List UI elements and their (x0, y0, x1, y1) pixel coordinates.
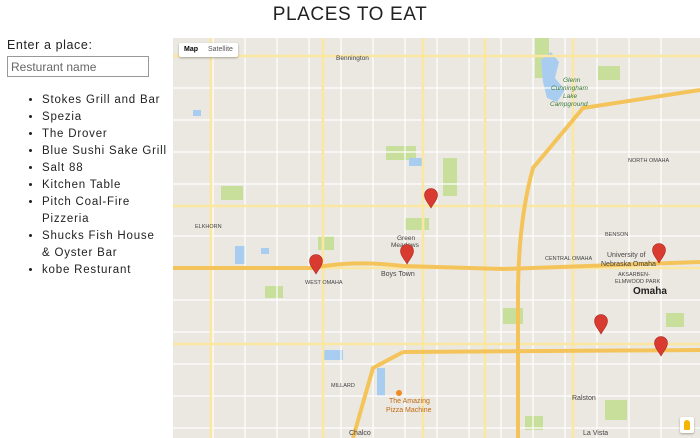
map-label-benson: BENSON (605, 232, 628, 238)
map-label-north-omaha: NORTH OMAHA (628, 158, 669, 164)
map-label-elmwood-park: ELMWOOD PARK (615, 279, 660, 285)
map-label-glenn: Glenn (563, 77, 581, 84)
map-label-bennington: Bennington (336, 55, 369, 62)
list-item[interactable]: Blue Sushi Sake Grill (42, 143, 167, 160)
list-item[interactable]: Stokes Grill and Bar (42, 92, 167, 109)
list-item[interactable]: Spezia (42, 109, 167, 126)
map-label-omaha: Omaha (633, 286, 667, 297)
map-label-ralston: Ralston (572, 395, 596, 402)
place-search-input[interactable] (7, 56, 149, 77)
map-label-chalco: Chalco (349, 430, 371, 437)
places-list: Stokes Grill and Bar Spezia The Drover B… (7, 92, 167, 279)
map-label-the-amazing: The Amazing (389, 398, 430, 405)
map-label-aksarben: AKSARBEN- (618, 272, 650, 278)
pegman-icon[interactable] (680, 417, 694, 433)
page-title: PLACES TO EAT (272, 4, 428, 25)
map-label-elkhorn: ELKHORN (195, 224, 222, 230)
map-label-nebraska-omaha: Nebraska Omaha (601, 261, 656, 268)
list-item[interactable]: Shucks Fish House & Oyster Bar (42, 228, 167, 262)
map-label-lake: Lake (563, 93, 577, 100)
satellite-type-button[interactable]: Satellite (203, 43, 238, 57)
list-item[interactable]: Pitch Coal-Fire Pizzeria (42, 194, 167, 228)
map-label-pizza-machine: Pizza Machine (386, 407, 432, 414)
map-label-central-omaha: CENTRAL OMAHA (545, 256, 592, 262)
map-label-green: Green (397, 235, 415, 242)
map-label-cunningham: Cunningham (551, 85, 588, 92)
place-input-label: Enter a place: (7, 38, 93, 52)
map-label-la-vista: La Vista (583, 430, 608, 437)
list-item[interactable]: Kitchen Table (42, 177, 167, 194)
map-label-university: University of (607, 252, 646, 259)
list-item[interactable]: kobe Resturant (42, 262, 167, 279)
map-type-control: Map Satellite (179, 43, 238, 57)
map-label-campground: Campground (550, 101, 588, 108)
map-label-west-omaha: WEST OMAHA (305, 280, 343, 286)
sidebar: Enter a place: Stokes Grill and Bar Spez… (7, 38, 167, 279)
list-item[interactable]: The Drover (42, 126, 167, 143)
map-label-boys-town: Boys Town (381, 271, 415, 278)
poi-dot-icon[interactable] (396, 390, 402, 396)
map-label-millard: MILLARD (331, 383, 355, 389)
map-canvas[interactable]: Bennington Glenn Cunningham Lake Campgro… (173, 38, 700, 438)
map-type-button[interactable]: Map (179, 43, 203, 57)
map-view[interactable]: Bennington Glenn Cunningham Lake Campgro… (173, 38, 700, 438)
list-item[interactable]: Salt 88 (42, 160, 167, 177)
